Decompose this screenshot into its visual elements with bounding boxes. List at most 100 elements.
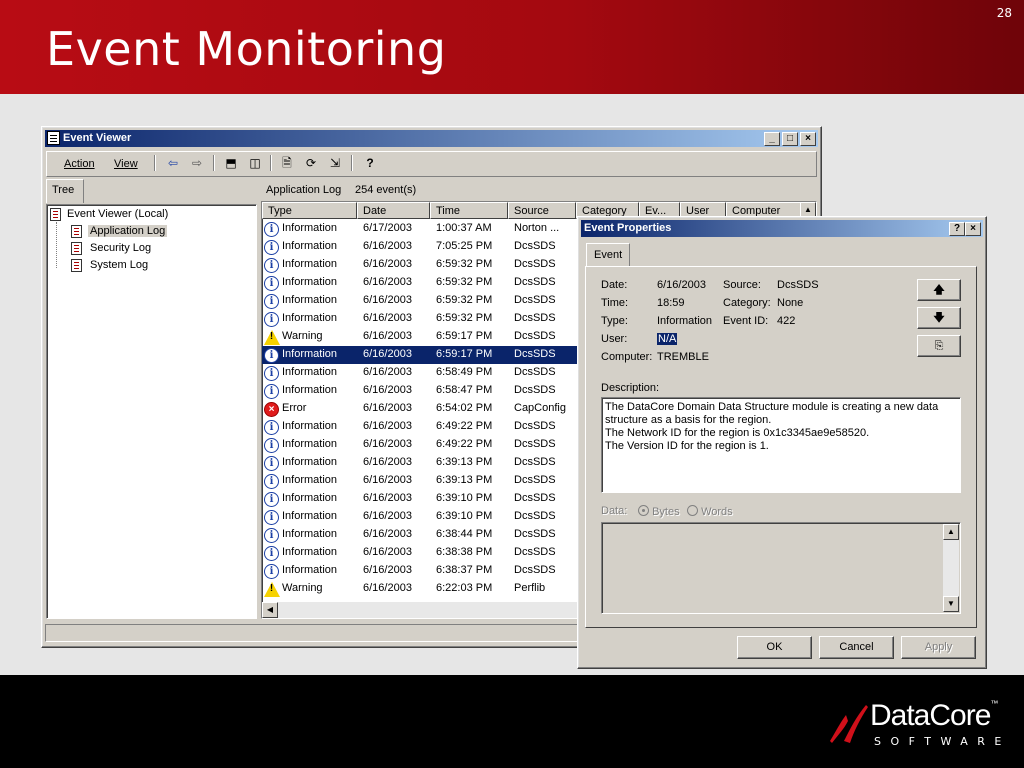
source-value: DcsSDS [777, 279, 819, 291]
table-row[interactable]: i Information 6/16/2003 6:59:17 PM DcsSDS [262, 346, 592, 364]
tree-item-label: Event Viewer (Local) [67, 208, 169, 220]
words-radio-dot [687, 505, 698, 516]
slide-header: Event Monitoring 28 [0, 0, 1024, 94]
table-row[interactable]: i Information 6/16/2003 6:58:49 PM DcsSDS [262, 364, 592, 382]
close-button[interactable]: × [965, 222, 981, 236]
row-date: 6/16/2003 [363, 510, 412, 522]
copy-button[interactable]: ⎘ [917, 335, 961, 357]
time-label: Time: [601, 297, 629, 309]
information-icon: i [264, 492, 279, 507]
event-viewer-titlebar[interactable]: Event Viewer _ □ × [45, 130, 818, 147]
table-row[interactable]: i Information 6/16/2003 6:39:13 PM DcsSDS [262, 454, 592, 472]
minimize-button[interactable]: _ [764, 132, 780, 146]
row-time: 6:38:37 PM [436, 564, 493, 576]
row-date: 6/16/2003 [363, 402, 412, 414]
tab-page: Date: 6/16/2003 Source: DcsSDS Time: 18:… [585, 266, 977, 628]
table-row[interactable]: i Information 6/16/2003 6:59:32 PM DcsSDS [262, 292, 592, 310]
arrow-down-icon: 🡇 [933, 312, 945, 324]
bytes-radio[interactable]: Bytes [638, 505, 680, 518]
toolbar: Action View ⇦ ⇨ ⬒ ◫ 🗎 ⟳ ⇲ ? [46, 151, 817, 177]
tree-tab-label: Tree [52, 184, 75, 196]
table-row[interactable]: i Information 6/16/2003 6:38:44 PM DcsSDS [262, 526, 592, 544]
menu-view[interactable]: View [114, 158, 138, 170]
event-tab[interactable]: Event [586, 243, 630, 267]
table-row[interactable]: i Information 6/16/2003 6:58:47 PM DcsSDS [262, 382, 592, 400]
row-time: 6:58:49 PM [436, 366, 493, 378]
back-arrow-icon[interactable]: ⇦ [164, 154, 182, 172]
column-header-time[interactable]: Time [430, 202, 508, 219]
column-header-type[interactable]: Type [262, 202, 357, 219]
row-date: 6/16/2003 [363, 384, 412, 396]
data-scroll-down-button[interactable]: ▼ [943, 596, 959, 612]
help-button[interactable]: ? [949, 222, 965, 236]
scroll-left-button[interactable]: ◀ [262, 602, 278, 618]
row-date: 6/16/2003 [363, 366, 412, 378]
event-viewer-app-icon [47, 131, 60, 145]
row-date: 6/16/2003 [363, 420, 412, 432]
table-row[interactable]: ! Warning 6/16/2003 6:59:17 PM DcsSDS [262, 328, 592, 346]
row-date: 6/16/2003 [363, 528, 412, 540]
table-row[interactable]: i Information 6/16/2003 7:05:25 PM DcsSDS [262, 238, 592, 256]
table-row[interactable]: i Information 6/16/2003 6:59:32 PM DcsSDS [262, 274, 592, 292]
row-date: 6/16/2003 [363, 276, 412, 288]
information-icon: i [264, 240, 279, 255]
row-type: Information [282, 258, 338, 270]
information-icon: i [264, 546, 279, 561]
row-date: 6/16/2003 [363, 330, 412, 342]
ok-button[interactable]: OK [737, 636, 812, 659]
table-row[interactable]: × Error 6/16/2003 6:54:02 PM CapConfig [262, 400, 592, 418]
close-button[interactable]: × [800, 132, 816, 146]
description-box[interactable]: The DataCore Domain Data Structure modul… [601, 397, 961, 493]
export-list-icon[interactable]: ⇲ [326, 154, 344, 172]
row-time: 6:38:38 PM [436, 546, 493, 558]
up-folder-icon[interactable]: ⬒ [222, 154, 240, 172]
row-source: CapConfig [514, 402, 566, 414]
menu-action[interactable]: Action [64, 158, 95, 170]
table-row[interactable]: i Information 6/16/2003 6:39:10 PM DcsSDS [262, 508, 592, 526]
properties-titlebar[interactable]: Event Properties ? × [581, 220, 983, 237]
table-row[interactable]: i Information 6/16/2003 6:59:32 PM DcsSDS [262, 310, 592, 328]
words-radio[interactable]: Words [687, 505, 733, 518]
row-source: Perflib [514, 582, 546, 594]
tree-tab[interactable]: Tree [46, 179, 84, 203]
table-row[interactable]: ! Warning 6/16/2003 6:22:03 PM Perflib [262, 580, 592, 598]
table-row[interactable]: i Information 6/16/2003 6:49:22 PM DcsSDS [262, 418, 592, 436]
data-box[interactable]: ▲ ▼ [601, 522, 961, 614]
user-value[interactable]: N/A [657, 333, 678, 345]
horizontal-scrollbar[interactable]: ◀ [262, 602, 592, 618]
table-row[interactable]: i Information 6/16/2003 6:49:22 PM DcsSDS [262, 436, 592, 454]
table-row[interactable]: i Information 6/16/2003 6:39:10 PM DcsSDS [262, 490, 592, 508]
row-date: 6/16/2003 [363, 240, 412, 252]
table-row[interactable]: i Information 6/16/2003 6:39:13 PM DcsSDS [262, 472, 592, 490]
data-scrollbar[interactable]: ▲ ▼ [943, 524, 959, 612]
slide-title: Event Monitoring [46, 22, 447, 76]
datacore-logo-mark-icon [830, 705, 868, 743]
row-type: Information [282, 510, 338, 522]
toolbar-separator [270, 155, 272, 171]
row-source: DcsSDS [514, 510, 556, 522]
data-scroll-up-button[interactable]: ▲ [943, 524, 959, 540]
properties-icon[interactable]: 🗎 [278, 154, 296, 172]
cancel-button[interactable]: Cancel [819, 636, 894, 659]
previous-event-button[interactable]: 🡅 [917, 279, 961, 301]
table-row[interactable]: i Information 6/16/2003 6:38:37 PM DcsSDS [262, 562, 592, 580]
show-tree-icon[interactable]: ◫ [246, 154, 264, 172]
row-source: DcsSDS [514, 474, 556, 486]
log-icon [71, 259, 82, 272]
column-header-date[interactable]: Date [357, 202, 430, 219]
column-header-source[interactable]: Source [508, 202, 576, 219]
row-source: DcsSDS [514, 294, 556, 306]
table-row[interactable]: i Information 6/16/2003 6:59:32 PM DcsSDS [262, 256, 592, 274]
copy-icon: ⎘ [934, 340, 944, 352]
tree-pane: Event Viewer (Local) Application Log Sec… [46, 204, 257, 619]
apply-button[interactable]: Apply [901, 636, 976, 659]
row-type: Information [282, 294, 338, 306]
next-event-button[interactable]: 🡇 [917, 307, 961, 329]
forward-arrow-icon[interactable]: ⇨ [188, 154, 206, 172]
help-icon[interactable]: ? [361, 154, 379, 172]
table-row[interactable]: i Information 6/16/2003 6:38:38 PM DcsSDS [262, 544, 592, 562]
maximize-button[interactable]: □ [782, 132, 798, 146]
table-row[interactable]: i Information 6/17/2003 1:00:37 AM Norton ..… [262, 220, 592, 238]
refresh-icon[interactable]: ⟳ [302, 154, 320, 172]
row-source: DcsSDS [514, 420, 556, 432]
